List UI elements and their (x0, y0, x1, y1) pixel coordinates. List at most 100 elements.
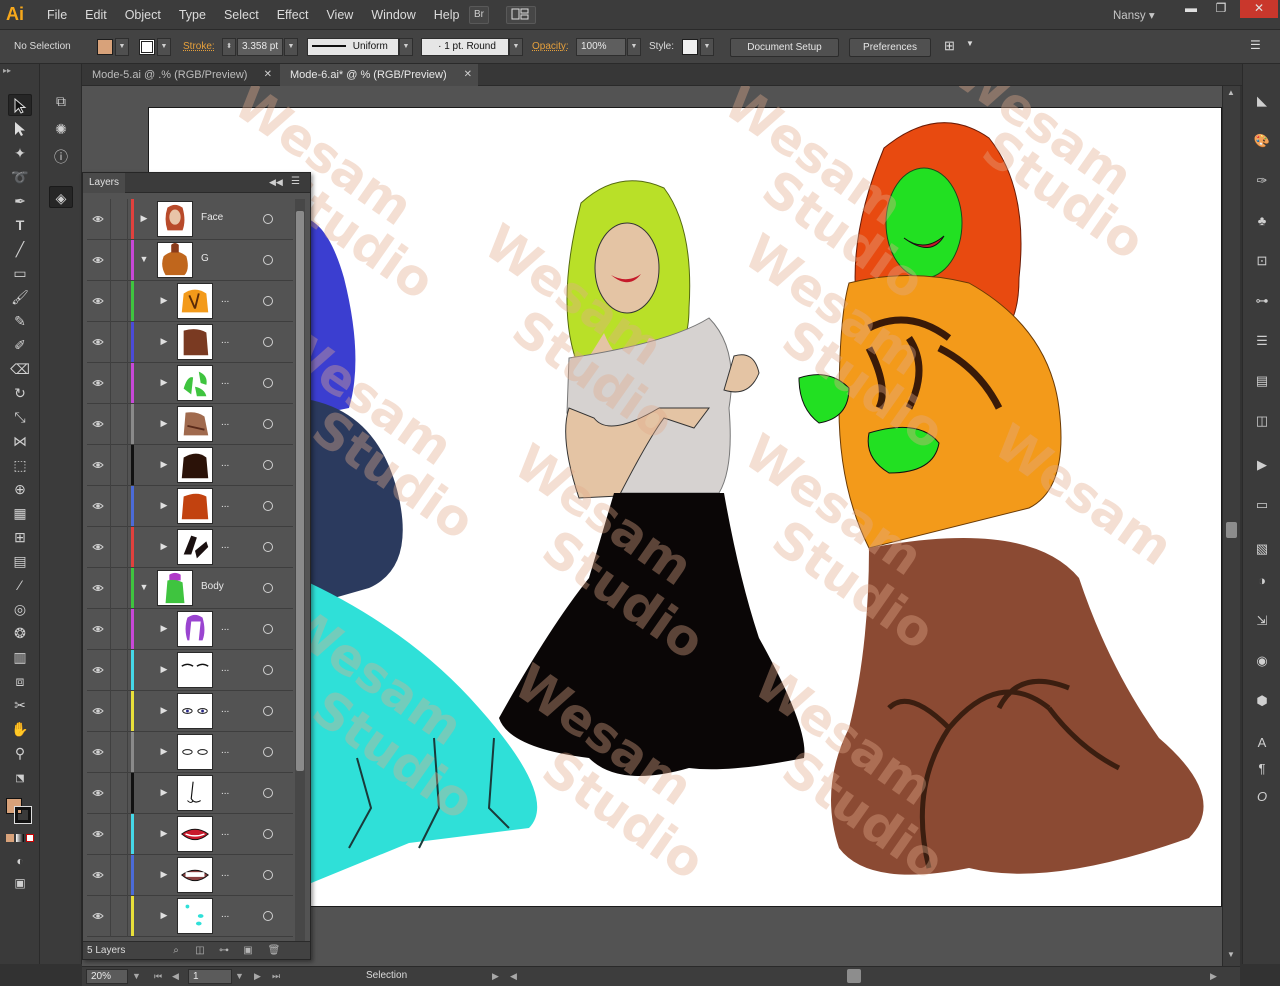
lasso-tool[interactable]: ➰ (8, 166, 32, 188)
menu-view[interactable]: View (317, 0, 362, 30)
target-circle-icon[interactable] (263, 214, 273, 224)
gradient-mode-icon[interactable] (16, 834, 24, 842)
expand-triangle-icon[interactable]: ▶ (159, 459, 169, 471)
lock-toggle[interactable] (110, 650, 128, 691)
info-icon[interactable]: ⓘ (49, 146, 73, 168)
layer-name[interactable]: ... (221, 745, 229, 756)
lock-toggle[interactable] (110, 732, 128, 773)
zoom-dropdown-icon[interactable]: ▼ (132, 969, 141, 984)
close-icon[interactable]: ✕ (464, 64, 472, 86)
opacity-input[interactable]: 100% (576, 38, 626, 56)
stroke-profile-select[interactable]: Uniform (307, 38, 399, 56)
opacity-link[interactable]: Opacity: (532, 41, 569, 52)
actions-panel-icon[interactable]: ▶ (1251, 454, 1273, 476)
transform-panel-icon[interactable]: ⊡ (1251, 250, 1273, 272)
opentype-panel-icon[interactable]: O (1251, 786, 1273, 808)
brushes-panel-icon[interactable]: ✑ (1251, 170, 1273, 192)
rectangle-tool[interactable]: ▭ (8, 262, 32, 284)
target-circle-icon[interactable] (263, 378, 273, 388)
screen-mode-icon[interactable]: ▣ (8, 872, 32, 894)
clipping-mask-icon[interactable]: ◫ (193, 944, 207, 958)
stroke-swatch[interactable] (139, 39, 155, 55)
chevron-down-icon[interactable]: ▼ (966, 39, 974, 48)
layer-row[interactable]: ▶ Face (87, 199, 293, 240)
expand-triangle-icon[interactable]: ▶ (159, 664, 169, 676)
opacity-dropdown[interactable]: ▼ (627, 38, 641, 56)
stroke-label[interactable]: Stroke: (183, 41, 215, 52)
figure-right[interactable] (798, 122, 1204, 875)
menu-select[interactable]: Select (215, 0, 268, 30)
lock-toggle[interactable] (110, 486, 128, 527)
blend-tool[interactable]: ◎ (8, 598, 32, 620)
symbol-sprayer-tool[interactable]: ❂ (8, 622, 32, 644)
direct-selection-tool[interactable] (8, 118, 32, 140)
sublayer-row[interactable]: ▶... (87, 855, 293, 896)
lock-toggle[interactable] (110, 363, 128, 404)
layer-row[interactable]: ▼ G (87, 240, 293, 281)
restore-button[interactable]: ❐ (1206, 0, 1236, 18)
artboard-dropdown-icon[interactable]: ▼ (235, 969, 244, 984)
target-circle-icon[interactable] (263, 665, 273, 675)
expand-triangle-icon[interactable]: ▶ (159, 336, 169, 348)
graphic-style-swatch[interactable] (682, 39, 698, 55)
fill-dropdown[interactable]: ▼ (115, 38, 129, 56)
target-circle-icon[interactable] (263, 583, 273, 593)
visibility-eye-icon[interactable] (92, 541, 104, 553)
lock-toggle[interactable] (110, 855, 128, 896)
gradient-tool[interactable]: ▤ (8, 550, 32, 572)
visibility-eye-icon[interactable] (92, 910, 104, 922)
symbols-panel-icon[interactable]: ✺ (49, 118, 73, 140)
target-circle-icon[interactable] (263, 829, 273, 839)
visibility-eye-icon[interactable] (92, 418, 104, 430)
sublayer-row[interactable]: ▶... (87, 732, 293, 773)
visibility-eye-icon[interactable] (92, 254, 104, 266)
layers-panel-header[interactable]: Layers ◀◀ ☰ (83, 173, 310, 193)
export-icon[interactable]: ⇲ (1251, 610, 1273, 632)
visibility-eye-icon[interactable] (92, 828, 104, 840)
layer-name[interactable]: ... (221, 335, 229, 346)
expand-triangle-icon[interactable]: ▶ (159, 746, 169, 758)
visibility-eye-icon[interactable] (92, 336, 104, 348)
scroll-down-icon[interactable]: ▼ (1227, 950, 1235, 959)
figure-middle[interactable] (499, 180, 805, 776)
scroll-thumb[interactable] (1226, 522, 1237, 538)
scroll-left-icon[interactable]: ◀ (510, 969, 517, 984)
artboard-input[interactable]: 1 (188, 969, 232, 984)
width-tool[interactable]: ⋈ (8, 430, 32, 452)
none-mode-icon[interactable] (26, 834, 34, 842)
lock-toggle[interactable] (110, 445, 128, 486)
layer-name[interactable]: G (201, 253, 209, 264)
lock-toggle[interactable] (110, 199, 128, 240)
layer-name[interactable]: ... (221, 376, 229, 387)
sublayer-row[interactable]: ▶... (87, 773, 293, 814)
sublayer-row[interactable]: ▶... (87, 527, 293, 568)
lock-toggle[interactable] (110, 609, 128, 650)
zoom-input[interactable]: 20% (86, 969, 128, 984)
expand-triangle-icon[interactable]: ▶ (159, 541, 169, 553)
brush-dropdown[interactable]: ▼ (509, 38, 523, 56)
sublayer-row[interactable]: ▶... (87, 281, 293, 322)
gradient-panel-icon[interactable]: ▧ (1251, 538, 1273, 560)
target-circle-icon[interactable] (263, 337, 273, 347)
target-circle-icon[interactable] (263, 706, 273, 716)
layer-name[interactable]: ... (221, 417, 229, 428)
stroke-weight-input[interactable]: 3.358 pt (237, 38, 283, 56)
expand-triangle-icon[interactable]: ▶ (159, 787, 169, 799)
layer-name[interactable]: ... (221, 827, 229, 838)
color-guide-icon[interactable]: ◣ (1251, 90, 1273, 112)
sublayer-row[interactable]: ▶... (87, 691, 293, 732)
transparency-panel-icon[interactable]: ⧉ (49, 90, 73, 112)
previous-artboard-icon[interactable]: ◀ (172, 969, 179, 984)
layer-name[interactable]: Face (201, 212, 223, 223)
paintbrush-tool[interactable]: 🖌 (8, 286, 32, 308)
blob-brush-tool[interactable]: ✐ (8, 334, 32, 356)
new-layer-icon[interactable]: ▣ (241, 944, 255, 958)
layer-name[interactable]: ... (221, 868, 229, 879)
horizontal-scroll-thumb[interactable] (847, 969, 861, 983)
expand-triangle-icon[interactable]: ▶ (159, 377, 169, 389)
artboard-tool[interactable]: ⧈ (8, 670, 32, 692)
expand-triangle-icon[interactable]: ▶ (159, 623, 169, 635)
align-panel-icon[interactable]: ☰ (1251, 330, 1273, 352)
target-circle-icon[interactable] (263, 870, 273, 880)
target-circle-icon[interactable] (263, 296, 273, 306)
